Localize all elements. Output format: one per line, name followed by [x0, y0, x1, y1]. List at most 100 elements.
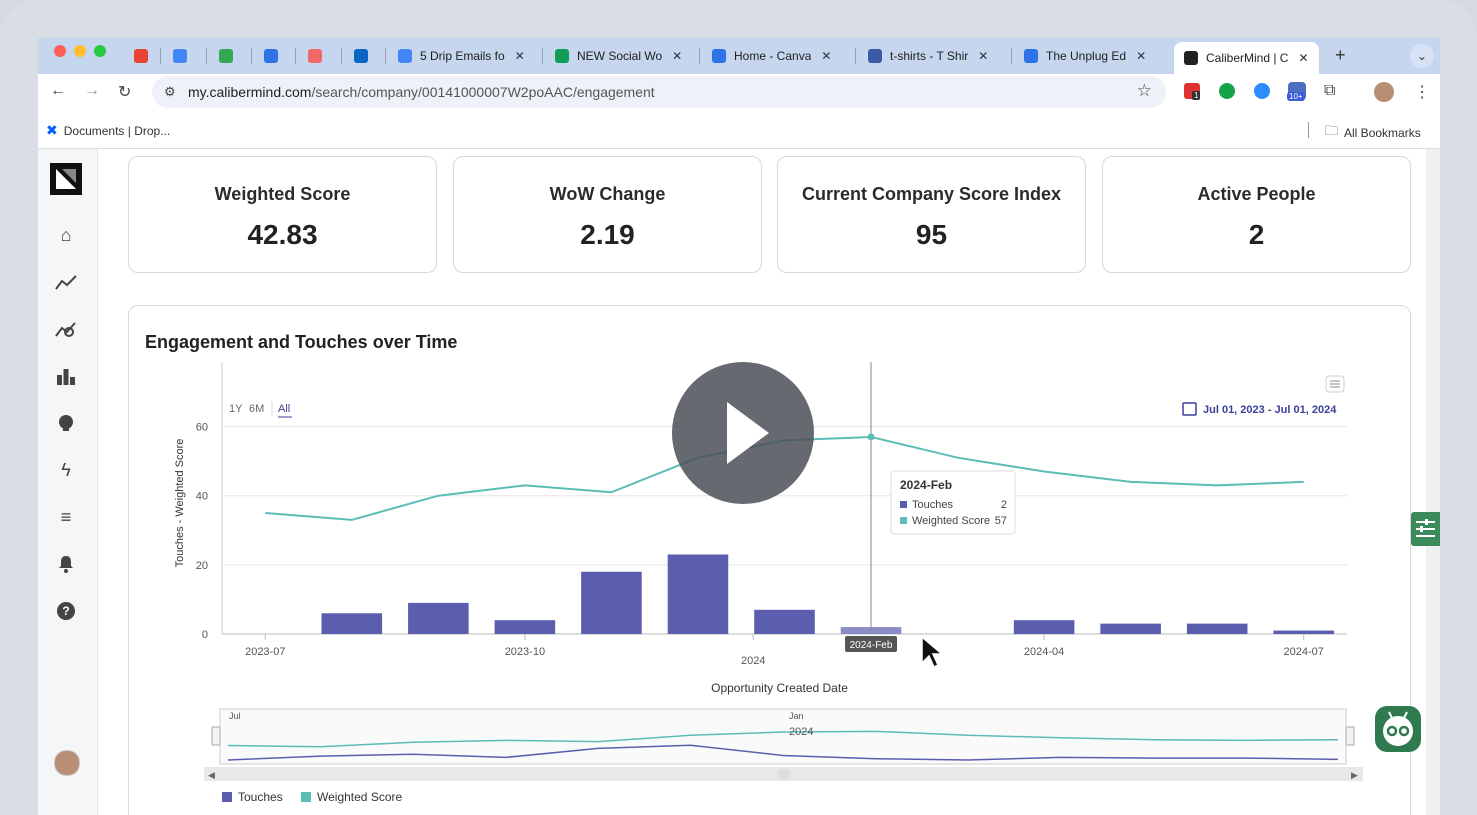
bookmark-dropbox[interactable]: ✖ Documents | Drop... — [46, 122, 170, 139]
browser-tab[interactable] — [219, 42, 241, 70]
touches-bar[interactable] — [1013, 620, 1075, 634]
browser-tab[interactable]: The Unplug Ed ✕ — [1024, 42, 1146, 70]
window-controls — [54, 45, 106, 57]
browser-tab[interactable] — [173, 42, 195, 70]
date-range-label[interactable]: Jul 01, 2023 - Jul 01, 2024 — [1203, 404, 1337, 416]
folder-icon: 🗀 — [1325, 123, 1339, 138]
close-tab-icon[interactable]: ✕ — [515, 49, 525, 63]
scroll-left-arrow-icon[interactable]: ◀ — [208, 770, 215, 780]
calendar-icon[interactable] — [1182, 402, 1197, 416]
gmail-icon — [134, 49, 148, 63]
logo-icon[interactable] — [50, 163, 82, 195]
forward-arrow-icon[interactable]: → — [84, 82, 100, 100]
close-window-button[interactable] — [54, 45, 66, 57]
back-arrow-icon[interactable]: ← — [50, 82, 66, 100]
browser-tab[interactable] — [264, 42, 286, 70]
new-tab-button[interactable]: + — [1335, 45, 1346, 66]
bar-chart-icon[interactable] — [52, 362, 80, 390]
close-tab-icon[interactable]: ✕ — [1298, 51, 1308, 65]
tab-separator — [295, 48, 296, 64]
close-tab-icon[interactable]: ✕ — [672, 49, 682, 63]
browser-tab[interactable]: t-shirts - T Shir ✕ — [868, 42, 988, 70]
touches-bar[interactable] — [667, 554, 729, 634]
docs-icon — [398, 49, 412, 63]
profile-avatar[interactable] — [1374, 82, 1394, 102]
tooltip-series-name: Weighted Score — [912, 515, 990, 527]
close-tab-icon[interactable]: ✕ — [821, 49, 831, 63]
maximize-window-button[interactable] — [94, 45, 106, 57]
touches-bar[interactable] — [754, 609, 815, 634]
close-tab-icon[interactable]: ✕ — [978, 49, 988, 63]
calendar-icon — [173, 49, 187, 63]
browser-tab[interactable] — [134, 42, 156, 70]
tab-separator — [206, 48, 207, 64]
brain-icon[interactable] — [52, 409, 80, 437]
browser-tab[interactable] — [354, 42, 376, 70]
range-button[interactable]: 6M — [249, 403, 264, 415]
browser-menu-icon[interactable]: ⋮ — [1414, 82, 1430, 102]
extension-badge: 10+ — [1287, 92, 1305, 101]
navigator-label: 2024 — [789, 726, 813, 738]
touches-bar[interactable] — [1273, 630, 1335, 634]
tab-title: NEW Social Wo — [577, 49, 663, 63]
legend-label[interactable]: Weighted Score — [317, 790, 402, 804]
scroll-right-arrow-icon[interactable]: ▶ — [1351, 770, 1358, 780]
range-button[interactable]: 1Y — [229, 403, 243, 415]
page-scrollbar[interactable] — [1426, 149, 1440, 815]
tab-separator — [699, 48, 700, 64]
browser-tab[interactable]: 5 Drip Emails fo ✕ — [398, 42, 525, 70]
extension-calendar-icon[interactable]: 1 — [1184, 83, 1201, 100]
grammarly-icon[interactable] — [1219, 83, 1235, 99]
browser-tab[interactable] — [308, 42, 330, 70]
y-tick-label: 0 — [202, 629, 208, 641]
tab-search-chevron-icon[interactable]: ⌄ — [1410, 44, 1434, 68]
legend-label[interactable]: Touches — [238, 790, 283, 804]
x-tick-label: 2023-07 — [245, 646, 285, 658]
minimize-window-button[interactable] — [74, 45, 86, 57]
reload-icon[interactable]: ↻ — [118, 82, 131, 102]
browser-tab[interactable]: CaliberMind | C ✕ — [1174, 42, 1319, 74]
help-icon[interactable]: ? — [52, 597, 80, 625]
chatbot-robot-icon[interactable] — [1375, 706, 1421, 752]
app-area: ⌂ ϟ ≡ ? Weighted Score 42.83 WoW Change … — [38, 149, 1440, 815]
tooltip-swatch — [900, 501, 907, 508]
filter-sliders-icon[interactable] — [1411, 512, 1440, 546]
scroll-thumb[interactable] — [779, 769, 789, 779]
browser-tab[interactable]: NEW Social Wo ✕ — [555, 42, 682, 70]
calibermind-icon — [1184, 51, 1198, 65]
navigator-right-handle[interactable] — [1345, 726, 1355, 746]
sheets-icon — [555, 49, 569, 63]
list-icon[interactable]: ≡ — [52, 503, 80, 531]
extension-robot-icon[interactable]: 10+ — [1287, 82, 1306, 101]
legend-swatch[interactable] — [301, 792, 311, 802]
touches-bar[interactable] — [321, 613, 383, 634]
app-sidebar: ⌂ ϟ ≡ ? — [38, 149, 98, 815]
legend-swatch[interactable] — [222, 792, 232, 802]
navigator-left-handle[interactable] — [211, 726, 221, 746]
touches-bar[interactable] — [581, 571, 642, 634]
bell-icon[interactable] — [52, 550, 80, 578]
weighted-score-point[interactable] — [867, 433, 875, 441]
address-bar[interactable]: ⚙ my.calibermind.com/search/company/0014… — [152, 76, 1166, 108]
tooltip-title: 2024-Feb — [900, 478, 952, 492]
navigator-label: Jan — [789, 711, 804, 721]
kpi-label: WoW Change — [549, 184, 666, 204]
browser-tab[interactable]: Home - Canva ✕ — [712, 42, 831, 70]
touches-bar[interactable] — [408, 602, 469, 634]
site-settings-icon[interactable]: ⚙ — [164, 84, 176, 100]
all-bookmarks-button[interactable]: 🗀 All Bookmarks — [1325, 122, 1421, 144]
bookmark-star-icon[interactable]: ☆ — [1137, 81, 1152, 101]
home-icon[interactable]: ⌂ — [52, 221, 80, 249]
analytics-icon[interactable] — [52, 315, 80, 343]
range-button[interactable]: All — [278, 403, 290, 415]
user-avatar[interactable] — [54, 750, 80, 776]
extensions-puzzle-icon[interactable]: ⧉ — [1324, 82, 1335, 100]
close-tab-icon[interactable]: ✕ — [1136, 49, 1146, 63]
trend-icon[interactable] — [52, 268, 80, 296]
touches-bar[interactable] — [494, 620, 556, 634]
zoom-icon[interactable] — [1254, 83, 1270, 99]
touches-bar[interactable] — [1186, 623, 1248, 634]
touches-bar[interactable] — [1100, 623, 1161, 634]
url-text: my.calibermind.com/search/company/001410… — [188, 84, 655, 100]
lightning-icon[interactable]: ϟ — [52, 456, 80, 484]
